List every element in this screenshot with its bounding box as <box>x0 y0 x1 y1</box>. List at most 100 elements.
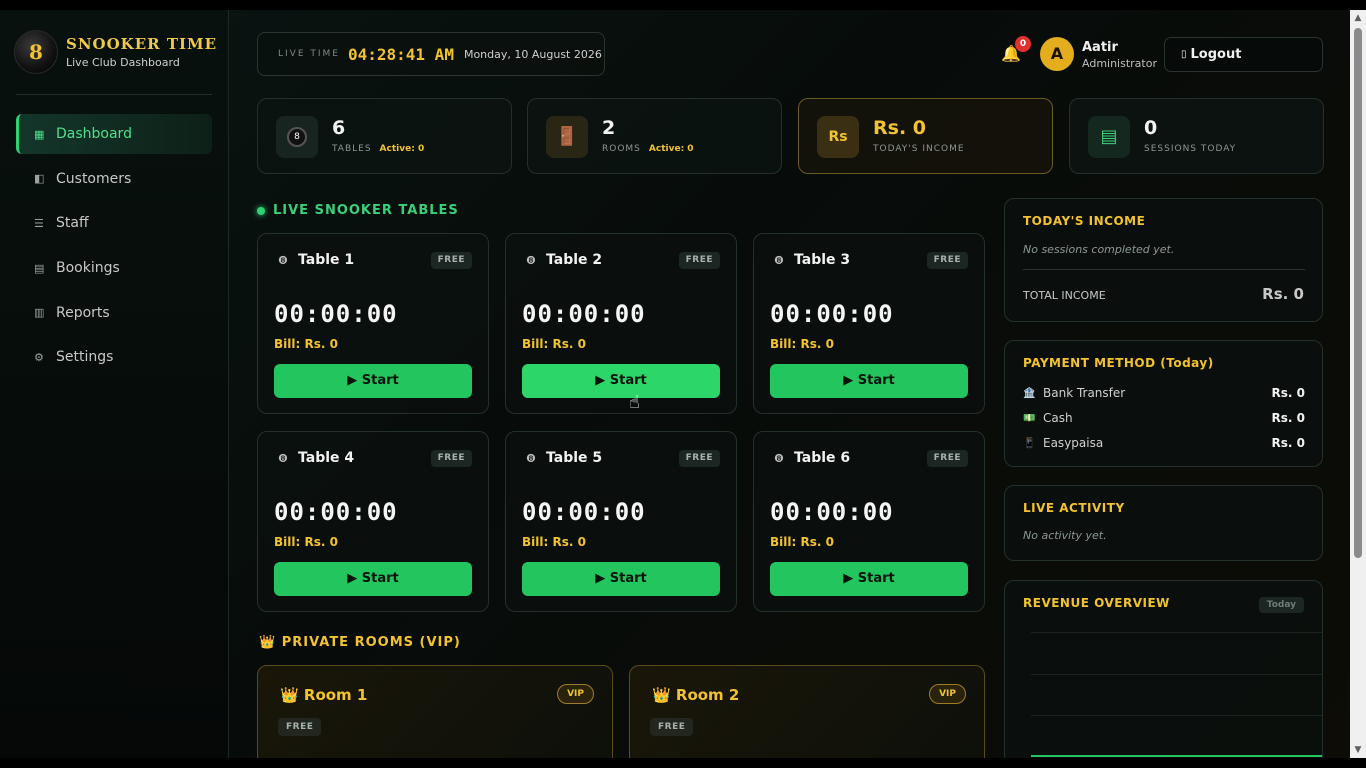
brand-title: SNOOKER TIME <box>66 35 218 53</box>
bookings-icon: ▤ <box>34 261 45 275</box>
stat-card-sessions: ▤ 0 SESSIONS TODAY <box>1069 98 1324 174</box>
sidebar-item-settings[interactable]: ⚙ Settings <box>16 337 212 377</box>
panel-title: TODAY'S INCOME <box>1023 214 1146 228</box>
scroll-down-icon[interactable]: ▼ <box>1350 742 1366 758</box>
door-icon: 🚪 <box>546 116 588 158</box>
stat-value: Rs. 0 <box>873 117 926 139</box>
chart-grid-line <box>1031 632 1322 633</box>
eight-ball-logo-icon: 8 <box>14 30 58 74</box>
snooker-ball-icon: 8 <box>276 116 318 158</box>
start-button[interactable]: ▶ Start <box>522 364 720 398</box>
sidebar-item-dashboard[interactable]: ▦ Dashboard <box>16 114 212 154</box>
sidebar-item-reports[interactable]: ▥ Reports <box>16 293 212 333</box>
stat-value: 2 <box>602 117 616 139</box>
dashboard-icon: ▦ <box>34 127 45 141</box>
start-button[interactable]: ▶ Start <box>770 562 968 596</box>
start-button[interactable]: ▶ Start <box>770 364 968 398</box>
table-bill: Bill: Rs. 0 <box>770 337 834 351</box>
status-badge: FREE <box>926 450 968 467</box>
notification-count-badge: 0 <box>1015 36 1031 52</box>
vip-badge: VIP <box>557 684 594 704</box>
panel-title: LIVE ACTIVITY <box>1023 501 1125 515</box>
sidebar: 8 SNOOKER TIME Live Club Dashboard ▦ Das… <box>0 10 229 758</box>
snooker-ball-icon: ❽ <box>278 452 288 465</box>
snooker-ball-icon: ❽ <box>278 254 288 267</box>
panel-title: REVENUE OVERVIEW <box>1023 596 1170 610</box>
snooker-ball-icon: ❽ <box>774 254 784 267</box>
start-button[interactable]: ▶ Start <box>274 562 472 596</box>
table-timer: 00:00:00 <box>770 300 894 328</box>
table-bill: Bill: Rs. 0 <box>274 337 338 351</box>
table-bill: Bill: Rs. 0 <box>274 535 338 549</box>
stat-label: ROOMS Active: 0 <box>602 144 694 154</box>
table-card-4: ❽ Table 4 FREE 00:00:00 Bill: Rs. 0 ▶ St… <box>257 431 489 612</box>
table-card-2: ❽ Table 2 FREE 00:00:00 Bill: Rs. 0 ▶ St… <box>505 233 737 414</box>
table-bill: Bill: Rs. 0 <box>770 535 834 549</box>
settings-icon: ⚙ <box>34 350 44 364</box>
logout-icon: ▯ <box>1181 49 1187 60</box>
private-rooms-heading: 👑 PRIVATE ROOMS (VIP) <box>259 635 461 650</box>
status-badge: FREE <box>430 252 472 269</box>
logout-button[interactable]: ▯ Logout <box>1164 37 1323 72</box>
table-card-6: ❽ Table 6 FREE 00:00:00 Bill: Rs. 0 ▶ St… <box>753 431 985 612</box>
table-timer: 00:00:00 <box>274 498 398 526</box>
sidebar-item-label: Bookings <box>56 260 120 277</box>
live-time-value: 04:28:41 AM <box>347 44 454 64</box>
page-scrollbar[interactable]: ▲ ▼ <box>1350 10 1366 758</box>
table-bill: Bill: Rs. 0 <box>522 535 586 549</box>
total-income-value: Rs. 0 <box>1262 285 1304 303</box>
status-badge: FREE <box>678 252 720 269</box>
stat-active: Active: 0 <box>379 144 425 154</box>
scroll-thumb[interactable] <box>1354 28 1362 558</box>
hand-cursor-icon: ☝ <box>629 392 640 413</box>
bottom-edge <box>0 758 1366 768</box>
stat-value: 0 <box>1144 117 1158 139</box>
table-name: Table 3 <box>794 252 851 268</box>
sidebar-item-customers[interactable]: ◧ Customers <box>16 159 212 199</box>
live-clock: LIVE TIME 04:28:41 AM Monday, 10 August … <box>257 32 605 76</box>
divider <box>1023 269 1305 270</box>
status-badge: FREE <box>278 718 322 736</box>
live-tables-heading: LIVE SNOOKER TABLES <box>257 203 459 218</box>
table-timer: 00:00:00 <box>522 498 646 526</box>
room-name: 👑 Room 1 <box>280 686 368 704</box>
start-button[interactable]: ▶ Start <box>522 562 720 596</box>
stat-card-tables: 8 6 TABLES Active: 0 <box>257 98 512 174</box>
table-timer: 00:00:00 <box>770 498 894 526</box>
payment-row-easypaisa: 📱 Easypaisa Rs. 0 <box>1023 434 1305 452</box>
chart-grid-line <box>1031 715 1322 716</box>
notifications-button[interactable]: 🔔 0 <box>1001 36 1031 68</box>
status-badge: FREE <box>650 718 694 736</box>
room-name: 👑 Room 2 <box>652 686 740 704</box>
avatar[interactable]: A <box>1040 37 1074 71</box>
stat-label: TODAY'S INCOME <box>873 144 965 154</box>
start-button[interactable]: ▶ Start <box>274 364 472 398</box>
revenue-line <box>1031 755 1322 757</box>
table-name: Table 1 <box>298 252 355 268</box>
reports-icon: ▥ <box>34 306 45 320</box>
scroll-up-icon[interactable]: ▲ <box>1350 10 1366 26</box>
staff-icon: ☰ <box>34 216 44 230</box>
table-name: Table 4 <box>298 450 355 466</box>
stat-label-text: ROOMS <box>602 144 641 154</box>
stat-value: 6 <box>332 117 346 139</box>
sidebar-item-bookings[interactable]: ▤ Bookings <box>16 248 212 288</box>
sidebar-item-label: Reports <box>56 304 110 321</box>
payment-value: Rs. 0 <box>1271 386 1305 400</box>
divider <box>16 94 212 95</box>
ledger-icon: ▤ <box>1088 116 1130 158</box>
sidebar-item-staff[interactable]: ☰ Staff <box>16 203 212 243</box>
sidebar-item-label: Staff <box>56 215 89 232</box>
status-badge: FREE <box>678 450 720 467</box>
revenue-overview-panel: REVENUE OVERVIEW Today <box>1004 580 1323 758</box>
main-content: LIVE TIME 04:28:41 AM Monday, 10 August … <box>229 10 1350 758</box>
sidebar-item-label: Dashboard <box>56 126 132 142</box>
payment-name: Cash <box>1043 411 1073 425</box>
snooker-ball-icon: ❽ <box>774 452 784 465</box>
room-card-2[interactable]: 👑 Room 2 VIP FREE <box>629 665 985 758</box>
chart-grid-line <box>1031 674 1322 675</box>
stat-label-text: TABLES <box>332 144 372 154</box>
payment-value: Rs. 0 <box>1271 411 1305 425</box>
table-name: Table 5 <box>546 450 603 466</box>
room-card-1[interactable]: 👑 Room 1 VIP FREE <box>257 665 613 758</box>
